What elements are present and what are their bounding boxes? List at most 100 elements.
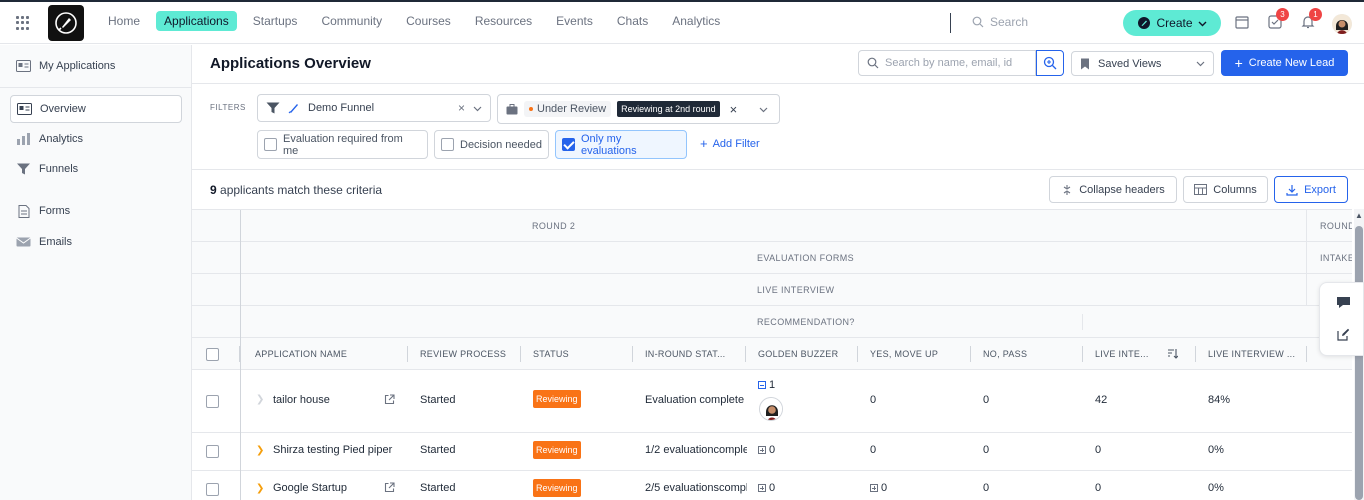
checkbox[interactable] [264,138,277,151]
chevron-down-icon[interactable] [759,105,768,114]
sidebar-item-overview[interactable]: Overview [10,95,182,123]
column-live-interview-1[interactable]: LIVE INTE... [1095,349,1149,359]
table-row[interactable]: ❯ tailor house Started Reviewing Evaluat… [192,370,1352,433]
column-separator [632,346,633,362]
evaluator-avatar[interactable] [759,397,783,421]
in-round-status: 1/2 evaluationcomplete [645,444,747,456]
row-checkbox[interactable] [206,445,219,458]
bell-icon[interactable]: 1 [1301,8,1322,31]
scrollbar-thumb[interactable] [1355,226,1363,500]
external-link-icon[interactable] [384,394,395,405]
column-live-interview-2[interactable]: LIVE INTERVIEW ... [1208,349,1295,359]
golden-buzzer-value: 0 [769,444,776,456]
table-row[interactable]: ❯ Google Startup Started Reviewing 2/5 e… [192,471,1352,500]
nav-analytics[interactable]: Analytics [664,11,728,31]
golden-buzzer-count[interactable]: 0 [758,482,775,494]
calendar-icon[interactable] [1235,15,1251,31]
add-filter-button[interactable]: + Add Filter [700,136,760,151]
create-new-lead-button[interactable]: + Create New Lead [1221,50,1348,76]
checkbox[interactable] [441,138,454,151]
select-all-checkbox[interactable] [206,348,219,361]
chevron-down-icon[interactable] [473,104,482,113]
stage-select[interactable]: Under Review Reviewing at 2nd round × [497,94,780,124]
column-application-name[interactable]: APPLICATION NAME [255,349,347,359]
user-avatar[interactable] [1332,14,1352,34]
column-yes-move-up[interactable]: YES, MOVE UP [870,349,938,359]
sidebar-item-forms[interactable]: Forms [10,197,182,225]
filter-decision-needed[interactable]: Decision needed [434,130,549,159]
clear-icon[interactable]: × [730,102,738,117]
checkbox[interactable] [562,138,575,151]
search-submit-button[interactable] [1036,50,1064,76]
app-grid-icon[interactable] [16,16,30,30]
plus-icon: + [700,136,708,151]
application-name[interactable]: tailor house [273,394,383,406]
sort-icon[interactable] [1167,348,1178,359]
funnel-select[interactable]: Demo Funnel × [257,94,491,122]
sidebar-item-analytics[interactable]: Analytics [10,125,182,153]
sidebar-item-emails[interactable]: Emails [10,228,182,256]
nav-divider [950,13,951,33]
chat-bubble-icon[interactable] [1336,296,1351,309]
sidebar-item-label: Analytics [39,133,84,145]
tasks-icon[interactable]: 3 [1268,8,1289,31]
nav-home[interactable]: Home [100,11,148,31]
id-card-icon [16,60,31,72]
table-row[interactable]: ❯ Shirza testing Pied piper Started Revi… [192,433,1352,471]
column-in-round-status[interactable]: IN-ROUND STAT... [645,349,725,359]
export-button[interactable]: Export [1274,176,1348,203]
collapse-headers-button[interactable]: Collapse headers [1049,176,1177,203]
column-review-process[interactable]: REVIEW PROCESS [420,349,506,359]
filter-only-my-evaluations[interactable]: Only my evaluations [555,130,687,159]
row-checkbox[interactable] [206,483,219,496]
create-button[interactable]: Create [1123,10,1221,36]
nav-community[interactable]: Community [313,11,390,31]
collapse-headers-label: Collapse headers [1079,183,1165,196]
saved-views-dropdown[interactable]: Saved Views [1071,51,1214,76]
column-separator [407,346,408,362]
notifications-badge: 1 [1309,8,1322,21]
create-button-label: Create [1156,16,1193,30]
column-separator [745,346,746,362]
lead-search-input[interactable]: Search by name, email, id [858,50,1036,76]
columns-button[interactable]: Columns [1183,176,1268,203]
filter-evaluation-required[interactable]: Evaluation required from me [257,130,428,159]
golden-buzzer-count[interactable]: 0 [758,444,775,456]
edit-icon[interactable] [1337,328,1350,341]
nav-chats[interactable]: Chats [609,11,656,31]
logo[interactable] [48,5,84,41]
global-search[interactable]: Search [972,15,1028,29]
column-status[interactable]: STATUS [533,349,569,359]
application-name[interactable]: Google Startup [273,482,383,494]
band-live-interview: LIVE INTERVIEW [192,274,1352,306]
sidebar-item-my-applications[interactable]: My Applications [10,52,182,80]
yes-move-up-count[interactable]: 0 [870,482,887,494]
column-no-pass[interactable]: NO, PASS [983,349,1027,359]
nav-resources[interactable]: Resources [467,11,540,31]
chevron-right-icon[interactable]: ❯ [256,394,264,405]
nav-courses[interactable]: Courses [398,11,459,31]
expand-icon[interactable] [758,446,766,454]
chevron-right-icon[interactable]: ❯ [256,483,264,494]
chevron-right-icon[interactable]: ❯ [256,445,264,456]
nav-startups[interactable]: Startups [245,11,306,31]
row-checkbox[interactable] [206,395,219,408]
no-pass-count: 0 [983,482,990,494]
nav-events[interactable]: Events [548,11,601,31]
nav-applications[interactable]: Applications [156,11,237,31]
funnel-icon [266,102,280,114]
external-link-icon[interactable] [384,482,395,493]
application-name[interactable]: Shirza testing Pied piper [273,444,398,456]
sidebar-item-funnels[interactable]: Funnels [10,155,182,183]
column-header-row: APPLICATION NAME REVIEW PROCESS STATUS I… [192,338,1352,370]
expand-icon[interactable] [758,484,766,492]
chevron-down-icon [1196,61,1205,67]
scroll-up-icon[interactable]: ▲ [1354,211,1364,221]
golden-buzzer-count[interactable]: 1 [758,379,775,391]
clear-icon[interactable]: × [458,101,465,115]
column-separator [1082,346,1083,362]
expand-icon[interactable] [870,484,878,492]
yes-move-up-count: 0 [870,444,877,456]
collapse-icon[interactable] [758,381,766,389]
column-golden-buzzer[interactable]: GOLDEN BUZZER [758,349,838,359]
